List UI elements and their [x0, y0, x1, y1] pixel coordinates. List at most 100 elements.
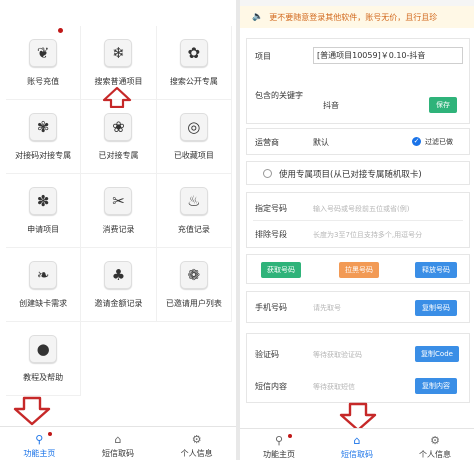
filter-label: 过滤已做 [425, 138, 453, 146]
grid-item[interactable]: ❀ 已对接专属 [81, 100, 157, 174]
grid-item-label: 创建缺卡需求 [19, 299, 68, 308]
grid-item[interactable]: ✿ 搜索公开专属 [156, 26, 232, 100]
petal-flower-icon: ✽ [29, 187, 58, 215]
grid-item[interactable]: ❧ 创建缺卡需求 [6, 248, 82, 322]
phone-value: 请先取号 [313, 304, 341, 312]
tab-label: 个人信息 [180, 449, 213, 458]
notification-dot [58, 28, 63, 33]
operator-value[interactable]: 默认 [313, 137, 329, 148]
notice-bar: 🔈 更不要随意登录其他软件，账号无价，且行且珍 [240, 6, 474, 28]
operator-label: 运营商 [255, 138, 279, 147]
assign-label: 指定号码 [255, 204, 287, 213]
exclude-input[interactable]: 长度为3至7位且支持多个,用逗号分 [313, 230, 422, 240]
screenshot-root: ❦ 账号充值 ❄ 搜索普通项目 ✿ 搜索公开专属 ✾ 对接码对接专属 ❀ 已对接专属 ◎ 已收藏项目 ✽… [0, 0, 474, 460]
blacklist-button[interactable]: 拉黑号码 [339, 262, 379, 278]
project-card: 项目 [普通项目10059]￥0.10-抖音 包含的关键字 抖音 保存 [246, 38, 470, 124]
sms-panel: 项目 [普通项目10059]￥0.10-抖音 包含的关键字 抖音 保存 运营商 … [240, 28, 474, 428]
grid-item[interactable]: ❦ 账号充值 [6, 26, 82, 100]
grid-item-label: 申请项目 [27, 225, 60, 234]
exclusive-radio[interactable] [263, 169, 272, 178]
tools-icon: ✂ [104, 187, 133, 215]
grid-item-label: 消费记录 [102, 225, 135, 234]
grid-item[interactable]: ✽ 申请项目 [6, 174, 82, 248]
grid-item-label: 已收藏项目 [173, 151, 214, 160]
sms-label: 短信内容 [255, 382, 287, 391]
tab-label: 个人信息 [419, 450, 451, 459]
tulip-icon: ❁ [179, 261, 208, 289]
operator-card: 运营商 默认 ✓ 过滤已做 [246, 128, 470, 155]
grid-item[interactable]: ✾ 对接码对接专属 [6, 100, 82, 174]
speaker-icon: 🔈 [252, 12, 264, 22]
search-icon: ⚲ [35, 433, 44, 446]
annotation-arrow-down-icon [13, 396, 51, 426]
keyword-value: 抖音 [323, 101, 339, 110]
gear-flower-icon: ✾ [29, 113, 58, 141]
grid-item-label: 已邀请用户列表 [165, 299, 222, 308]
grid-item[interactable]: ❁ 已邀请用户列表 [156, 248, 232, 322]
exclusive-card: 使用专属项目(从已对接专属随机取卡) [246, 161, 470, 185]
bottom-tab-bar: ⚲ 功能主页 ⌂ 短信取码 ⚙ 个人信息 [240, 428, 474, 460]
settings-icon: ⚙ [430, 434, 440, 447]
grass-icon: ❧ [29, 261, 58, 289]
home-icon: ⌂ [353, 434, 361, 447]
sms-screen: 🔈 更不要随意登录其他软件，账号无价，且行且珍 项目 [普通项目10059]￥0… [240, 0, 474, 460]
keyword-label: 包含的关键字 [255, 91, 303, 100]
grid-item-label: 账号充值 [27, 77, 60, 86]
save-button[interactable]: 保存 [429, 97, 457, 113]
grid-item-label: 搜索公开专属 [169, 77, 218, 86]
code-label: 验证码 [255, 350, 279, 359]
function-grid: ❦ 账号充值 ❄ 搜索普通项目 ✿ 搜索公开专属 ✾ 对接码对接专属 ❀ 已对接专属 ◎ 已收藏项目 ✽… [6, 26, 232, 396]
bottom-tab-bar: ⚲ 功能主页 ⌂ 短信取码 ⚙ 个人信息 [0, 426, 236, 460]
project-label: 项目 [255, 52, 271, 61]
tab-label: 功能主页 [263, 450, 295, 459]
home-icon: ⌂ [114, 433, 122, 446]
filter-check-icon[interactable]: ✓ [412, 137, 421, 146]
search-icon: ⚲ [274, 434, 284, 447]
grid-item[interactable]: ♨ 充值记录 [156, 174, 232, 248]
tab-search[interactable]: ⚲ 功能主页 [0, 427, 79, 460]
tab-settings[interactable]: ⚙ 个人信息 [396, 429, 474, 460]
exclude-label: 排除号段 [255, 230, 287, 239]
tab-settings[interactable]: ⚙ 个人信息 [157, 427, 236, 460]
code-value: 等待获取验证码 [313, 351, 362, 359]
grid-item[interactable]: ✂ 消费记录 [81, 174, 157, 248]
plants-icon: ♣ [104, 261, 133, 289]
number-filter-card: 指定号码 输入号码或号段前五位或省(例) 排除号段 长度为3至7位且支持多个,用… [246, 192, 470, 248]
grid-item[interactable]: ● 教程及帮助 [6, 322, 82, 396]
tab-label: 功能主页 [23, 449, 56, 458]
sms-result-card: 验证码 等待获取验证码 复制Code 短信内容 等待获取短信 复制内容 [246, 333, 470, 403]
home-screen: ❦ 账号充值 ❄ 搜索普通项目 ✿ 搜索公开专属 ✾ 对接码对接专属 ❀ 已对接专属 ◎ 已收藏项目 ✽… [0, 0, 236, 460]
tab-search[interactable]: ⚲ 功能主页 [240, 429, 318, 460]
blossom-icon: ❀ [104, 113, 133, 141]
copy-code-button[interactable]: 复制Code [415, 346, 459, 362]
assign-input[interactable]: 输入号码或号段前五位或省(例) [313, 204, 409, 214]
grid-item-label: 已对接专属 [98, 151, 139, 160]
divider [253, 220, 463, 221]
action-card: 获取号码 拉黑号码 释放号码 [246, 254, 470, 284]
snowflake-icon: ❄ [104, 39, 133, 67]
exclusive-label: 使用专属项目(从已对接专属随机取卡) [279, 170, 422, 180]
get-number-button[interactable]: 获取号码 [261, 262, 301, 278]
notification-dot [288, 434, 292, 438]
snail-icon: ♨ [179, 187, 208, 215]
leaf-icon: ❦ [29, 39, 58, 67]
tab-home[interactable]: ⌂ 短信取码 [318, 429, 396, 460]
flower-icon: ✿ [179, 39, 208, 67]
phone-card: 手机号码 请先取号 复制号码 [246, 291, 470, 323]
grid-item[interactable]: ◎ 已收藏项目 [156, 100, 232, 174]
release-button[interactable]: 释放号码 [415, 262, 457, 278]
notification-dot [48, 432, 52, 436]
grid-item[interactable]: ♣ 邀请金额记录 [81, 248, 157, 322]
copy-content-button[interactable]: 复制内容 [415, 378, 457, 394]
grid-item-label: 充值记录 [177, 225, 210, 234]
tab-label: 短信取码 [341, 450, 373, 459]
grid-item-label: 对接码对接专属 [15, 151, 72, 160]
spiral-icon: ◎ [179, 113, 208, 141]
copy-number-button[interactable]: 复制号码 [415, 300, 457, 316]
project-select[interactable]: [普通项目10059]￥0.10-抖音 [313, 47, 463, 64]
annotation-arrow-up-icon [102, 86, 132, 108]
grid-item-label: 邀请金额记录 [94, 299, 143, 308]
drop-icon: ● [29, 335, 58, 363]
tab-home[interactable]: ⌂ 短信取码 [79, 427, 158, 460]
tab-label: 短信取码 [102, 449, 134, 458]
